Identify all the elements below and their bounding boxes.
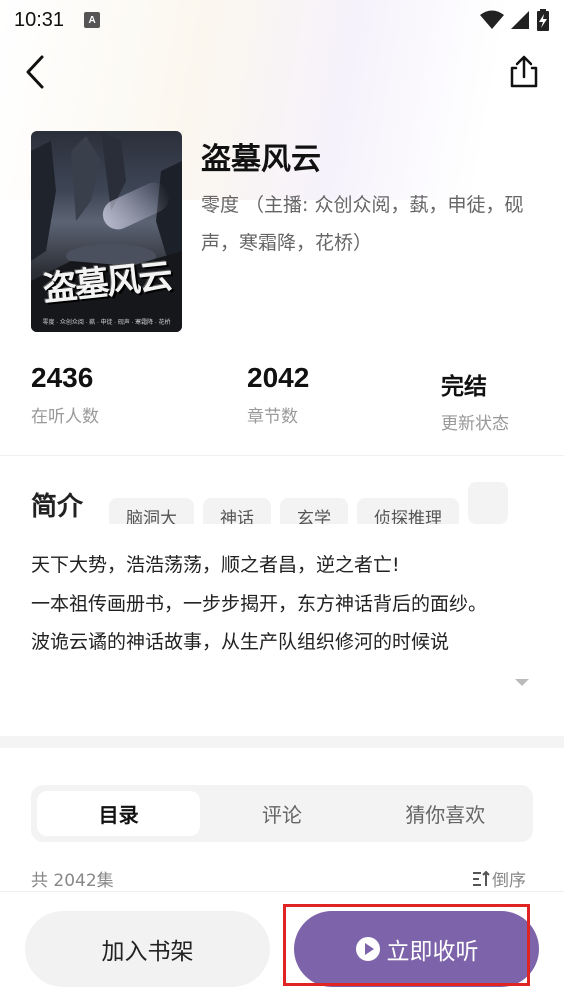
description-line: 波诡云谲的神话故事，从生产队组织修河的时候说: [31, 631, 450, 653]
tag[interactable]: 玄学: [280, 498, 348, 524]
stats-row: 2436 在听人数 2042 章节数 完结 更新状态: [0, 362, 564, 442]
episode-count: 共 2042集: [31, 871, 114, 891]
section-separator: [0, 736, 564, 748]
sort-icon: [473, 870, 490, 886]
sort-label: 倒序: [492, 871, 526, 891]
chevron-left-icon: [26, 55, 44, 89]
tab-recommendations[interactable]: 猜你喜欢: [364, 791, 527, 836]
status-icons: [480, 9, 550, 31]
listen-now-button[interactable]: 立即收听: [294, 911, 539, 987]
tag[interactable]: 神话: [203, 498, 271, 524]
play-circle-icon: [355, 937, 380, 961]
tag[interactable]: 侦探推理: [357, 498, 459, 524]
battery-charging-icon: [537, 9, 549, 31]
cover-credits: 零度 · 众创众阅 · 蓺 · 申徒 · 砚声 · 寒霜降 · 花桥: [42, 320, 171, 326]
author-line: 零度 （主播: 众创众阅，蓺，申徒，砚声，寒霜降，花桥）: [201, 194, 524, 254]
stat-value: 完结: [441, 374, 487, 400]
tab-comments[interactable]: 评论: [200, 791, 363, 836]
wifi-icon: [480, 10, 504, 29]
stat-value: 2042: [247, 362, 310, 393]
tab-bar: 目录 评论 猜你喜欢: [31, 785, 533, 842]
expand-arrow-icon[interactable]: [515, 677, 529, 687]
status-time: 10:31: [14, 8, 65, 31]
tag-list[interactable]: 脑洞大 神话 玄学 侦探推理: [109, 482, 532, 524]
stat-label: 章节数: [247, 407, 298, 427]
stat-value: 2436: [31, 362, 94, 393]
bottom-action-bar: 加入书架 立即收听: [0, 891, 564, 1004]
stat-label: 更新状态: [441, 414, 509, 434]
add-to-shelf-button[interactable]: 加入书架: [25, 911, 270, 987]
tag[interactable]: [468, 482, 508, 524]
signal-icon: [511, 11, 529, 29]
notification-badge: A: [84, 12, 101, 28]
description-line: 一本祖传画册书，一步步揭开，东方神话背后的面纱。: [31, 592, 488, 615]
share-icon: [510, 55, 538, 88]
book-cover[interactable]: 盗墓风云 零度 · 众创众阅 · 蓺 · 申徒 · 砚声 · 寒霜降 · 花桥: [31, 131, 182, 332]
stat-listeners: 2436 在听人数: [31, 362, 99, 427]
description-line: 天下大势，浩浩荡荡，顺之者昌，逆之者亡!: [31, 554, 400, 576]
tag[interactable]: 脑洞大: [109, 498, 194, 524]
intro-heading: 简介: [31, 492, 84, 522]
status-bar: 10:31 A: [0, 0, 564, 40]
back-button[interactable]: [20, 52, 56, 92]
book-title: 盗墓风云: [201, 142, 321, 177]
divider: [0, 455, 564, 456]
stat-status: 完结 更新状态: [441, 362, 509, 434]
book-description[interactable]: 天下大势，浩浩荡荡，顺之者昌，逆之者亡! 一本祖传画册书，一步步揭开，东方神话背…: [31, 546, 534, 662]
stat-label: 在听人数: [31, 407, 99, 427]
tab-catalog[interactable]: 目录: [37, 791, 201, 836]
sort-toggle[interactable]: 倒序: [472, 866, 526, 891]
listen-now-label: 立即收听: [386, 939, 479, 965]
stat-chapters: 2042 章节数: [247, 362, 309, 427]
share-button[interactable]: [506, 54, 542, 90]
